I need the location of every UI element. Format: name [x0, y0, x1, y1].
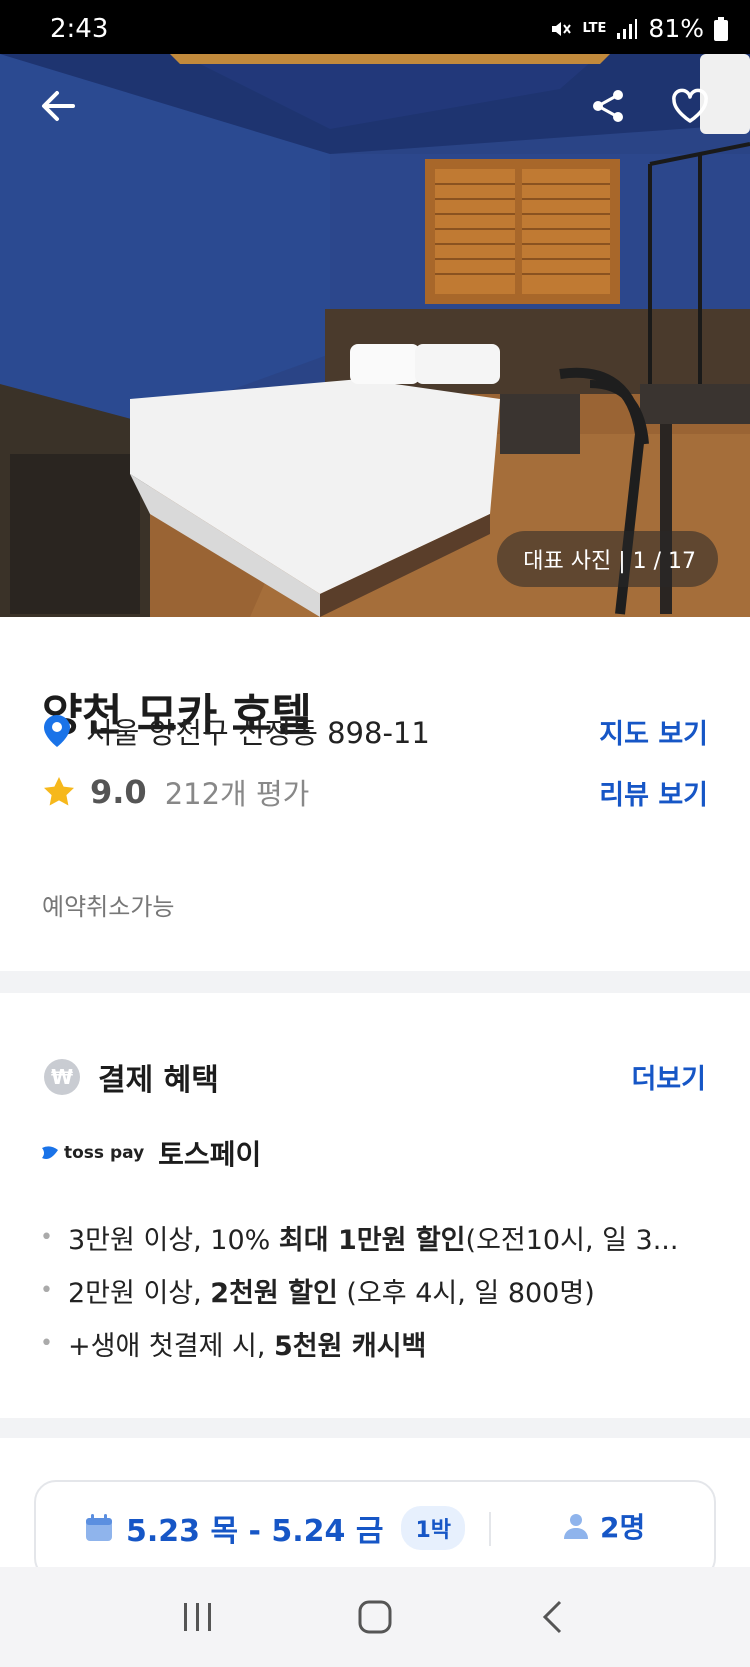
stay-dates: 5.23 목 - 5.24 금 — [126, 1514, 384, 1549]
review-link[interactable]: 리뷰 보기 — [599, 773, 708, 812]
toss-logo-icon — [42, 1146, 58, 1159]
recent-apps-icon — [184, 1603, 212, 1631]
location-pin-icon — [44, 715, 70, 747]
cancellation-note: 예약취소가능 — [42, 893, 175, 921]
system-nav-bar — [0, 1567, 750, 1667]
calendar-icon — [86, 1514, 112, 1541]
battery-icon — [714, 16, 728, 41]
star-icon — [44, 777, 74, 806]
benefits-header: ₩ 결제 혜택 — [44, 1055, 219, 1099]
share-icon — [593, 90, 623, 122]
back-nav-button[interactable] — [517, 1582, 587, 1652]
chevron-left-icon — [542, 1600, 561, 1634]
rating-row: 9.0 212개 평가 리뷰 보기 — [42, 770, 708, 814]
address-row: 서울 양천구 신정동 898-11 지도 보기 — [42, 709, 708, 753]
photo-counter[interactable]: 대표 사진 | 1 / 17 — [497, 531, 718, 587]
signal-icon — [617, 18, 638, 39]
toss-pay-logo: toss pay — [40, 1143, 144, 1163]
date-selector[interactable]: 5.23 목 - 5.24 금 1박 — [84, 1506, 466, 1550]
back-button[interactable] — [28, 76, 88, 136]
toss-pay-name: 토스페이 — [158, 1138, 262, 1171]
hotel-address: 서울 양천구 신정동 898-11 — [86, 716, 430, 750]
nights-badge: 1박 — [401, 1506, 466, 1550]
review-count: 212개 평가 — [164, 777, 310, 811]
back-arrow-icon — [42, 91, 75, 121]
favorite-button[interactable] — [660, 76, 720, 136]
toss-pay-logo-text: toss pay — [64, 1143, 145, 1163]
status-time: 2:43 — [50, 14, 109, 44]
network-type: LTE — [582, 20, 607, 36]
payment-benefits-card: ₩ 결제 혜택 더보기 toss pay 토스페이 • 3만원 이상, 10% … — [0, 993, 750, 1418]
date-guest-selector[interactable]: 5.23 목 - 5.24 금 1박 2명 — [34, 1480, 716, 1580]
guest-count: 2명 — [600, 1511, 646, 1544]
hotel-info-card: 양천 모카 호텔 서울 양천구 신정동 898-11 지도 보기 9.0 212… — [0, 617, 750, 971]
mute-icon — [551, 21, 571, 36]
benefits-more-link[interactable]: 더보기 — [631, 1057, 706, 1096]
benefit-item: • 3만원 이상, 10% 최대 1만원 할인(오전10시, 일 3... — [40, 1225, 679, 1256]
divider — [489, 1512, 491, 1546]
guest-selector[interactable]: 2명 — [562, 1506, 645, 1546]
person-icon — [564, 1514, 588, 1539]
battery-percent: 81% — [648, 14, 704, 43]
benefit-item: • 2만원 이상, 2천원 할인 (오후 4시, 일 800명) — [40, 1278, 595, 1309]
benefit-list: • 3만원 이상, 10% 최대 1만원 할인(오전10시, 일 3... • … — [40, 1211, 720, 1370]
toss-pay-row: toss pay 토스페이 — [40, 1133, 261, 1173]
map-link[interactable]: 지도 보기 — [599, 712, 708, 751]
status-icons: LTE 81% — [549, 14, 728, 43]
hero-photo[interactable]: 대표 사진 | 1 / 17 — [0, 54, 750, 617]
heart-icon — [672, 88, 708, 123]
home-button[interactable] — [340, 1582, 410, 1652]
benefits-title: 결제 혜택 — [98, 1063, 219, 1098]
share-button[interactable] — [578, 76, 638, 136]
rating-score: 9.0 — [90, 773, 147, 811]
benefit-item: • +생애 첫결제 시, 5천원 캐시백 — [40, 1331, 427, 1362]
home-icon — [358, 1600, 392, 1634]
won-icon: ₩ — [44, 1059, 80, 1095]
recent-apps-button[interactable] — [163, 1582, 233, 1652]
status-bar: 2:43 LTE 81% — [0, 0, 750, 54]
booking-card: 5.23 목 - 5.24 금 1박 2명 — [0, 1438, 750, 1580]
